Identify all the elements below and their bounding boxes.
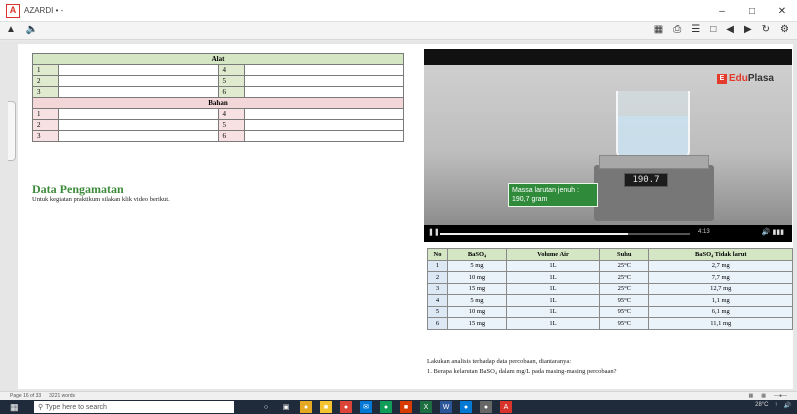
network-icon[interactable]: ↑ bbox=[775, 402, 778, 409]
read-mode-icon[interactable]: ▦ bbox=[749, 393, 754, 399]
window-controls: – □ ✕ bbox=[707, 0, 797, 22]
system-tray: 28°C ↑ 🔊 bbox=[755, 402, 791, 409]
excel-icon[interactable]: X bbox=[420, 401, 432, 413]
page-count: Page 16 of 33 bbox=[10, 393, 42, 399]
document-area: Alat 1 4 2 5 3 6 Bahan 1 4 2 5 3 6 Data … bbox=[0, 41, 797, 391]
table-row: 1 4 bbox=[32, 64, 404, 76]
table-row: 2 10 mg 1L 25°C 7,7 mg bbox=[427, 271, 793, 284]
video-player[interactable]: E Edu Plasa 190.7 Massa larutan jenuh : 1… bbox=[424, 49, 792, 242]
table-row: 2 5 bbox=[32, 119, 404, 131]
video-frame: E Edu Plasa 190.7 Massa larutan jenuh : 1… bbox=[424, 65, 792, 225]
chrome-icon[interactable]: ● bbox=[340, 401, 352, 413]
minimize-button[interactable]: – bbox=[707, 0, 737, 22]
word-icon[interactable]: W bbox=[440, 401, 452, 413]
table-row: 5 10 mg 1L 95°C 6,1 mg bbox=[427, 305, 793, 318]
bahan-header: Bahan bbox=[32, 97, 404, 109]
table-row: 4 5 mg 1L 95°C 1,1 mg bbox=[427, 294, 793, 307]
app-icon[interactable]: ● bbox=[460, 401, 472, 413]
next-icon[interactable]: ▶ bbox=[744, 24, 752, 35]
table-row: 3 15 mg 1L 25°C 12,7 mg bbox=[427, 282, 793, 295]
cortana-icon[interactable]: ○ bbox=[260, 401, 272, 413]
table-row: 6 15 mg 1L 95°C 11,1 mg bbox=[427, 317, 793, 330]
section-title: Data Pengamatan bbox=[32, 182, 124, 196]
maximize-button[interactable]: □ bbox=[737, 0, 767, 22]
section-description: Untuk kegiatan praktikum silakan klik vi… bbox=[32, 196, 170, 203]
taskbar-search[interactable]: ⚲ Type here to search bbox=[34, 401, 234, 413]
analysis-text: Lakukan analisis terhadap data percobaan… bbox=[427, 358, 617, 375]
app-title: AZARDI • - bbox=[24, 6, 64, 15]
task-view-icon[interactable]: ▣ bbox=[280, 401, 292, 413]
status-bar: Page 16 of 33 3221 words ▦ ▦ —●— bbox=[0, 391, 797, 400]
layout-icon[interactable]: ▦ bbox=[761, 393, 766, 399]
beaker bbox=[616, 91, 690, 159]
document-page: Alat 1 4 2 5 3 6 Bahan 1 4 2 5 3 6 Data … bbox=[18, 44, 793, 389]
pause-icon[interactable]: ❚❚ bbox=[428, 228, 440, 236]
prev-icon[interactable]: ◀ bbox=[726, 24, 734, 35]
close-button[interactable]: ✕ bbox=[767, 0, 797, 22]
zoom-slider[interactable]: —●— bbox=[774, 393, 787, 399]
file-explorer-icon[interactable]: ■ bbox=[320, 401, 332, 413]
edge-icon[interactable]: ● bbox=[380, 401, 392, 413]
side-panel-handle[interactable] bbox=[8, 101, 16, 161]
taskbar-apps: ○ ▣ ● ■ ● ✉ ● ■ X W ● ● A bbox=[260, 401, 512, 413]
volume-icon[interactable]: 🔊 ▮▮▮ bbox=[762, 228, 784, 236]
video-controls: ❚❚ 4:13 🔊 ▮▮▮ bbox=[424, 225, 792, 242]
app-logo-icon: A bbox=[6, 3, 20, 18]
app-icon[interactable]: ● bbox=[300, 401, 312, 413]
print-icon[interactable]: ⎙ bbox=[673, 24, 681, 35]
page-icon[interactable]: □ bbox=[710, 24, 716, 35]
windows-start-icon[interactable]: ▦ bbox=[10, 402, 19, 413]
alat-header: Alat bbox=[32, 53, 404, 65]
app-icon[interactable]: ■ bbox=[400, 401, 412, 413]
search-icon: ⚲ bbox=[38, 404, 46, 411]
grid-icon[interactable]: ▦ bbox=[654, 24, 663, 35]
title-bar: A AZARDI • - – □ ✕ bbox=[0, 0, 797, 22]
observation-table: No BaSO₄ Volume Air Suhu BaSO₄ Tidak lar… bbox=[427, 248, 793, 330]
refresh-icon[interactable]: ↻ bbox=[762, 24, 770, 35]
mass-callout: Massa larutan jenuh : 190,7 gram bbox=[508, 183, 598, 207]
brand-mark-icon: E bbox=[716, 73, 727, 84]
weather-text: 28°C bbox=[755, 402, 769, 408]
settings-icon[interactable]: ⚙ bbox=[780, 24, 789, 35]
table-row: 3 6 bbox=[32, 86, 404, 98]
scale-display: 190.7 bbox=[624, 173, 668, 187]
toolbar: ▲ 🔈 ▦ ⎙ ☰ □ ◀ ▶ ↻ ⚙ bbox=[0, 22, 797, 40]
person-icon[interactable]: ▲ bbox=[6, 24, 16, 35]
video-time: 4:13 bbox=[698, 229, 710, 235]
taskbar: ▦ ⚲ Type here to search ○ ▣ ● ■ ● ✉ ● ■ … bbox=[0, 400, 797, 414]
mail-icon[interactable]: ✉ bbox=[360, 401, 372, 413]
video-progress-bar[interactable] bbox=[440, 233, 690, 235]
speaker-icon[interactable]: 🔈 bbox=[26, 24, 38, 35]
table-header-row: No BaSO₄ Volume Air Suhu BaSO₄ Tidak lar… bbox=[427, 248, 793, 261]
table-row: 3 6 bbox=[32, 130, 404, 142]
table-row: 2 5 bbox=[32, 75, 404, 87]
alat-bahan-table: Alat 1 4 2 5 3 6 Bahan 1 4 2 5 3 6 bbox=[32, 53, 404, 142]
list-icon[interactable]: ☰ bbox=[691, 24, 700, 35]
volume-icon[interactable]: 🔊 bbox=[784, 402, 791, 409]
app-icon[interactable]: ● bbox=[480, 401, 492, 413]
word-count: 3221 words bbox=[49, 393, 75, 399]
table-row: 1 5 mg 1L 25°C 2,7 mg bbox=[427, 259, 793, 272]
edu-plasa-logo: E Edu Plasa bbox=[716, 73, 774, 84]
azardi-icon[interactable]: A bbox=[500, 401, 512, 413]
table-row: 1 4 bbox=[32, 108, 404, 120]
